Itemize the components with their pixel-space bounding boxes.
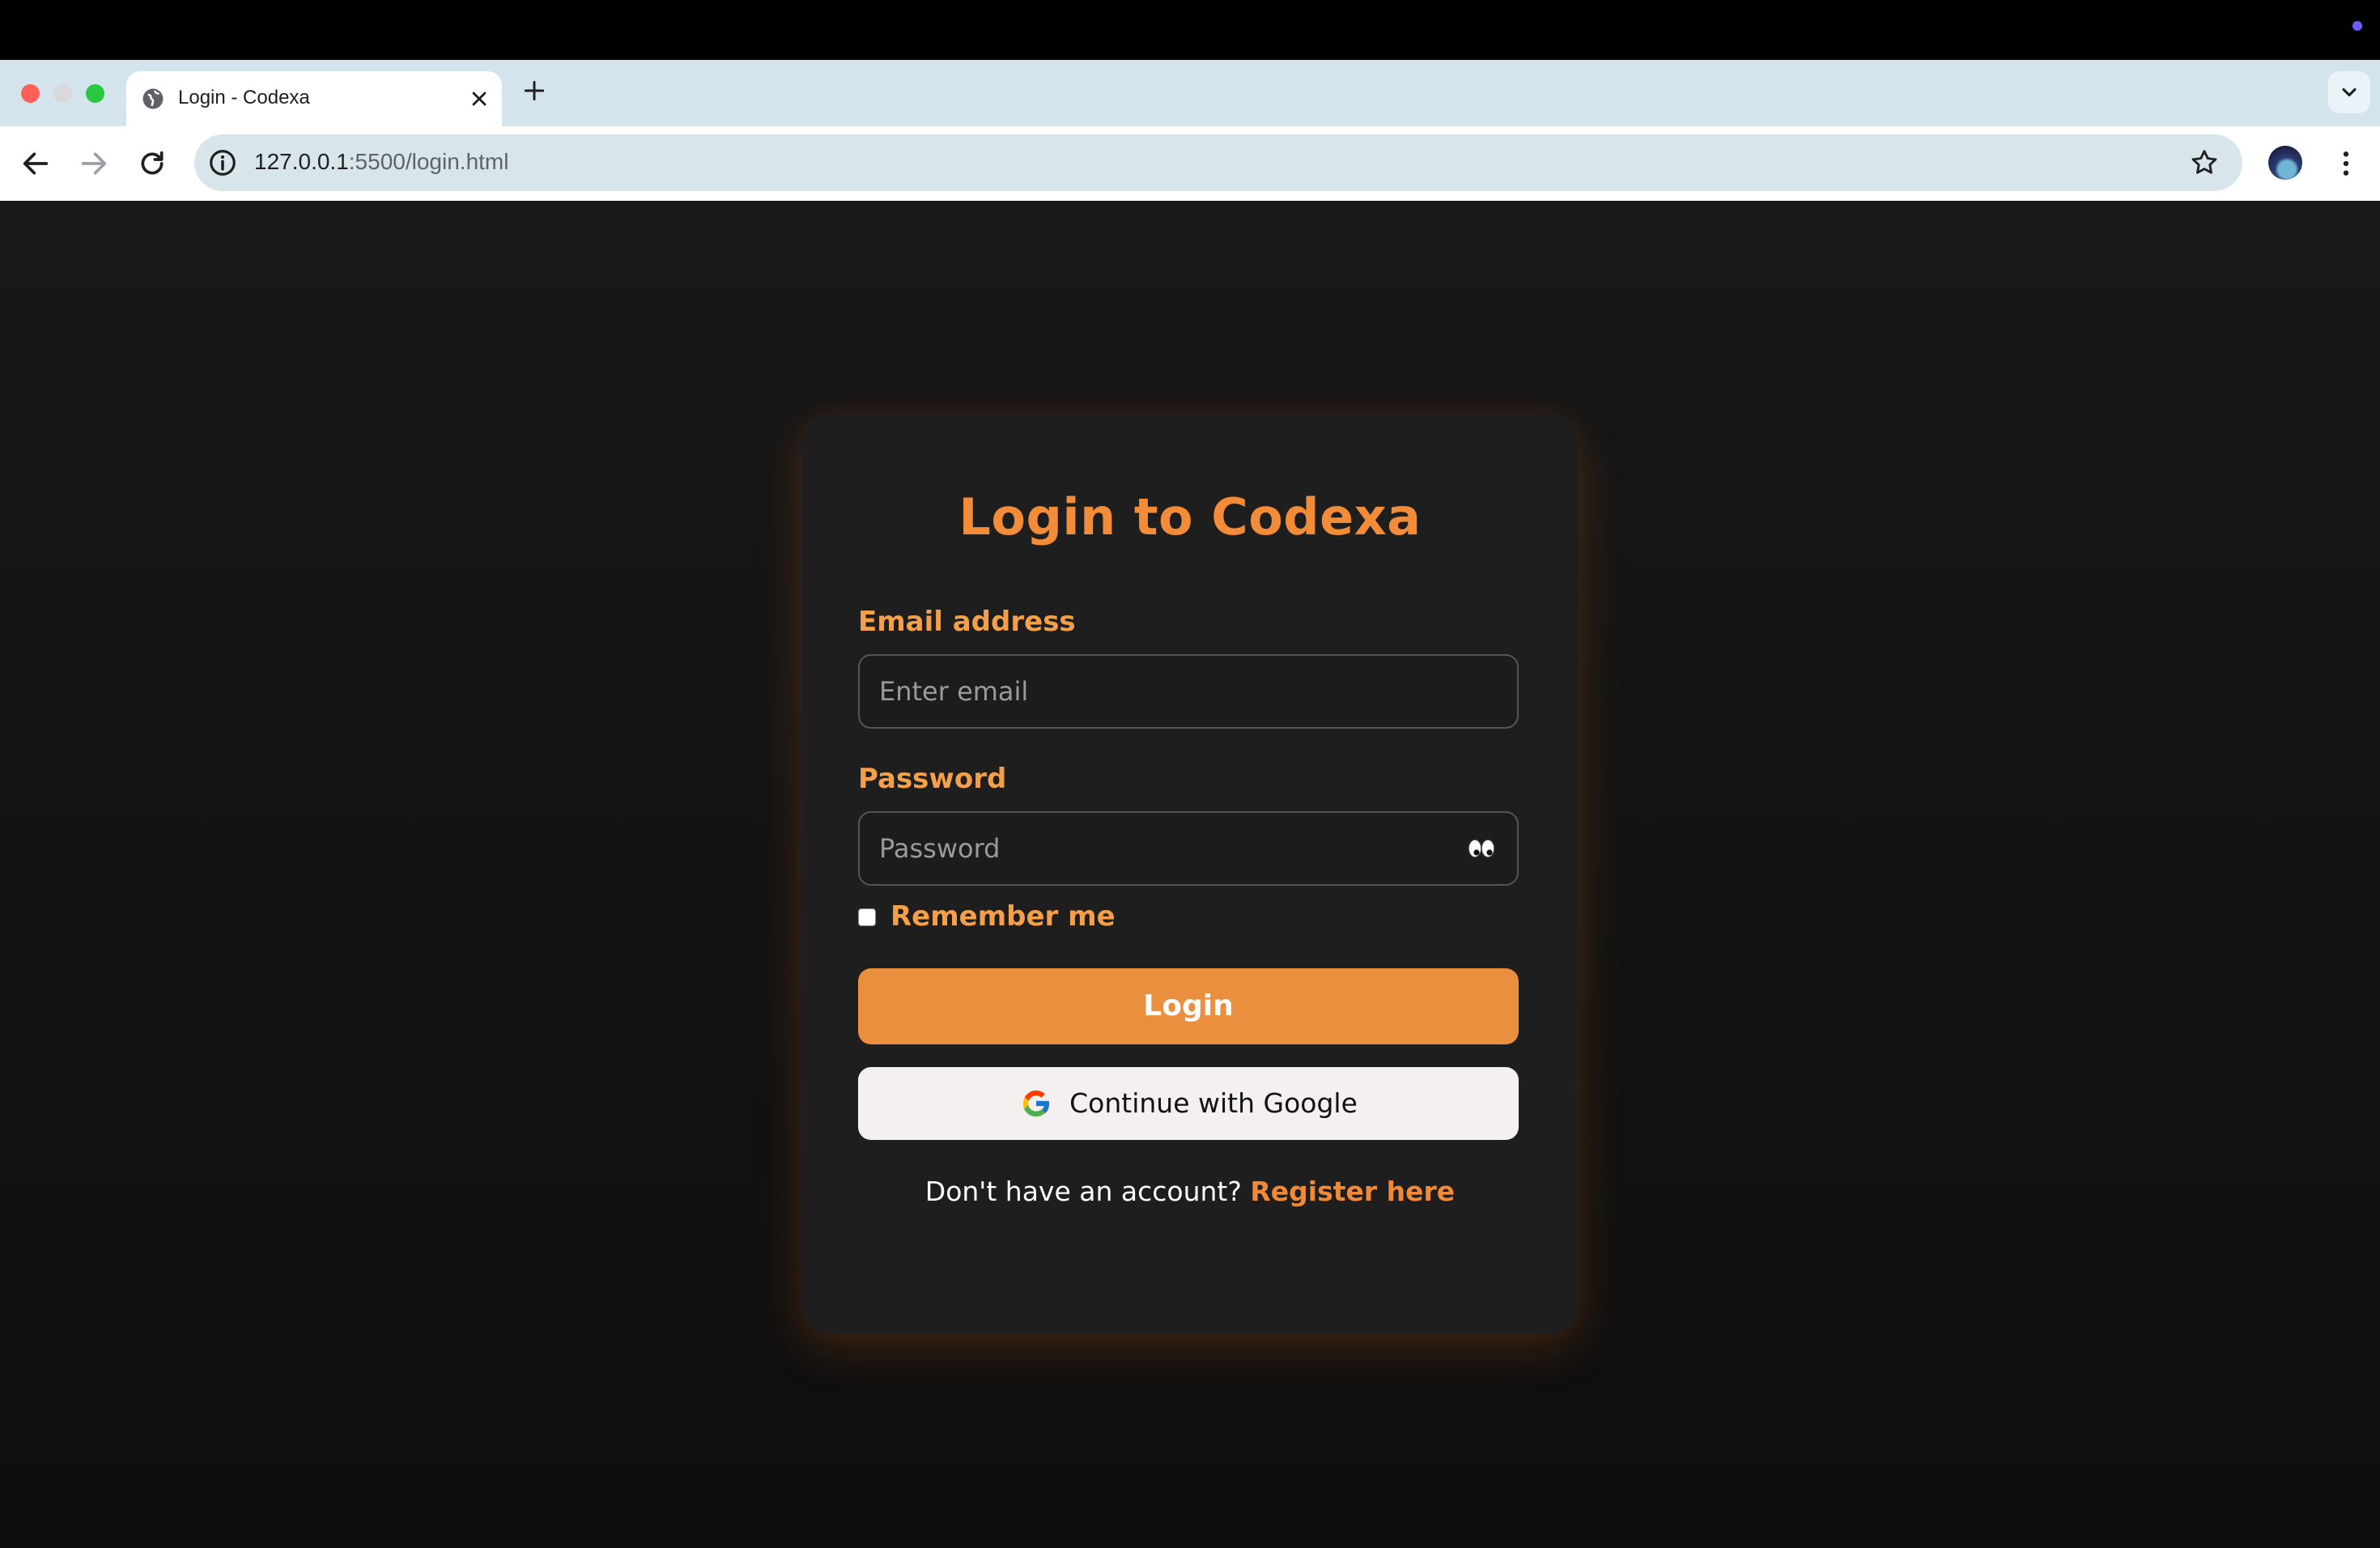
reload-icon[interactable] <box>136 147 168 180</box>
star-icon[interactable] <box>2189 147 2220 178</box>
info-icon[interactable] <box>207 147 238 178</box>
eyes-icon[interactable] <box>1464 831 1499 866</box>
address-bar[interactable]: 127.0.0.1:5500/login.html <box>194 134 2242 191</box>
google-icon <box>1023 1090 1051 1117</box>
chevron-down-icon <box>2342 87 2357 97</box>
tab-strip: Login - Codexa <box>0 60 2380 126</box>
email-field[interactable]: Enter email <box>858 654 1519 729</box>
status-dot-icon <box>2352 21 2362 31</box>
forward-arrow-icon[interactable] <box>78 147 110 180</box>
register-prompt: Don't have an account? <box>924 1176 1242 1207</box>
kebab-menu-icon[interactable] <box>2330 146 2362 181</box>
password-label: Password <box>858 763 1007 795</box>
page-viewport: Login to Codexa Email address Enter emai… <box>0 201 2380 1548</box>
password-field[interactable]: Password <box>858 811 1519 886</box>
google-login-button[interactable]: Continue with Google <box>858 1067 1519 1140</box>
email-placeholder: Enter email <box>879 676 1029 707</box>
plus-icon[interactable] <box>521 78 547 104</box>
page-title: Login to Codexa <box>958 487 1422 546</box>
close-icon[interactable] <box>468 87 491 110</box>
url-text: 127.0.0.1:5500/login.html <box>254 149 509 174</box>
register-link[interactable]: Register here <box>1250 1176 1455 1207</box>
browser-tab[interactable]: Login - Codexa <box>126 71 502 126</box>
os-menu-bar <box>0 0 2380 60</box>
email-label: Email address <box>858 606 1076 638</box>
register-line: Don't have an account? Register here <box>801 1176 1579 1207</box>
close-window-button[interactable] <box>21 84 40 103</box>
google-button-label: Continue with Google <box>1069 1087 1358 1119</box>
login-button[interactable]: Login <box>858 968 1519 1044</box>
maximize-window-button[interactable] <box>86 84 104 103</box>
browser-toolbar: 127.0.0.1:5500/login.html <box>0 126 2380 201</box>
back-arrow-icon[interactable] <box>19 147 52 180</box>
login-card: Login to Codexa Email address Enter emai… <box>801 415 1579 1334</box>
remember-checkbox[interactable] <box>858 908 876 926</box>
minimize-window-button[interactable] <box>53 84 72 103</box>
globe-icon <box>142 88 164 109</box>
remember-label[interactable]: Remember me <box>890 900 1116 933</box>
tab-title: Login - Codexa <box>178 87 310 108</box>
password-placeholder: Password <box>879 833 1001 864</box>
profile-avatar[interactable] <box>2268 146 2302 180</box>
tab-search-button[interactable] <box>2328 71 2370 113</box>
